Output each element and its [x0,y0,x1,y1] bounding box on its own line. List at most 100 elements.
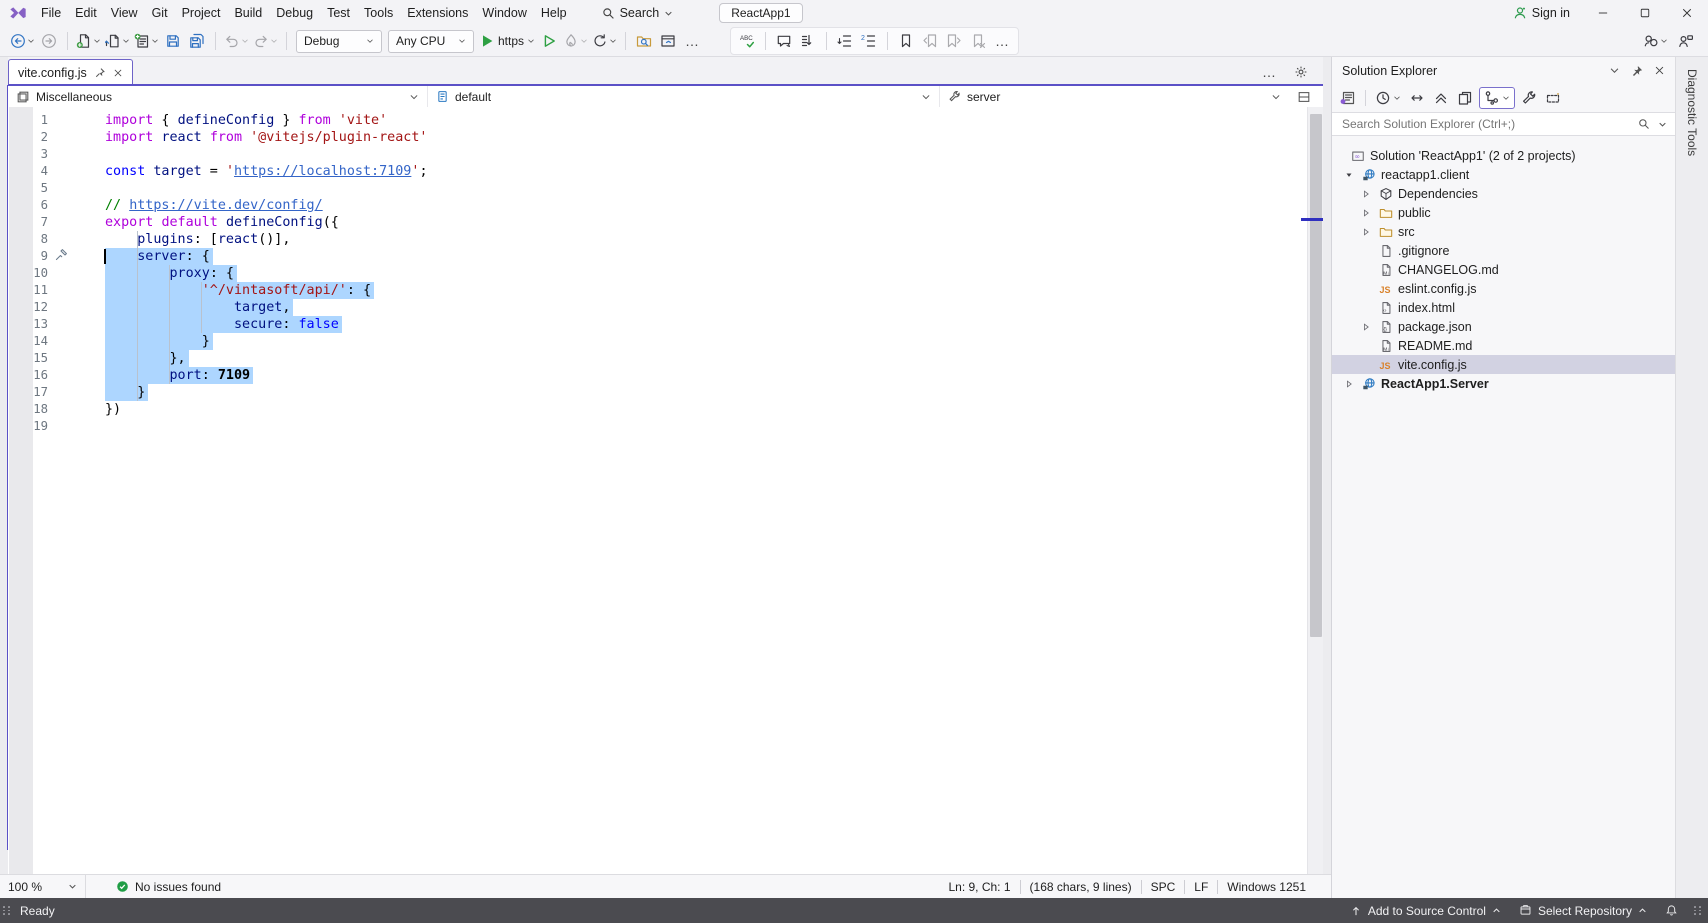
tree-item-public[interactable]: public [1332,203,1675,222]
start-debugging-button[interactable]: https [477,29,537,53]
tree-item-eslint.config.js[interactable]: JSeslint.config.js [1332,279,1675,298]
show-all-files-button[interactable] [1543,87,1563,109]
member-dropdown[interactable]: server [940,86,1323,107]
document-health-indicator[interactable]: No issues found [116,880,221,894]
redo-button[interactable] [251,29,280,53]
scrollbar-thumb[interactable] [1310,114,1322,637]
code-line-8[interactable]: 8 plugins: [react()], [8,231,1307,248]
close-button[interactable] [1666,0,1708,26]
tree-item-vite.config.js[interactable]: JSvite.config.js [1332,355,1675,374]
search-icon[interactable] [1638,118,1650,130]
search-menu[interactable]: Search [596,4,680,22]
menu-window[interactable]: Window [475,0,533,26]
code-line-6[interactable]: 6// https://vite.dev/config/ [8,197,1307,214]
menu-debug[interactable]: Debug [269,0,320,26]
code-line-19[interactable]: 19 [8,418,1307,435]
insert-comment-button[interactable] [772,29,796,53]
menu-git[interactable]: Git [145,0,175,26]
save-all-button[interactable] [185,29,209,53]
zoom-dropdown[interactable]: 100 % [0,875,86,898]
document-list-button[interactable]: … [1257,60,1281,84]
code-line-13[interactable]: 13 secure: false [8,316,1307,333]
collapsed-arrow-icon[interactable] [1359,322,1373,332]
project-dropdown[interactable]: Miscellaneous [8,86,428,107]
pending-changes-filter-button[interactable] [1373,87,1403,109]
tree-item-package.json[interactable]: {}package.json [1332,317,1675,336]
diagnostic-tools-tab[interactable]: Diagnostic Tools [1683,63,1701,162]
configure-button[interactable] [1519,87,1539,109]
toggle-bookmark-button[interactable] [894,29,918,53]
open-file-button[interactable] [103,29,132,53]
split-editor-button[interactable] [1297,90,1311,104]
code-editor[interactable]: 1import { defineConfig } from 'vite'2imp… [8,107,1307,874]
code-line-2[interactable]: 2import react from '@vitejs/plugin-react… [8,129,1307,146]
code-line-4[interactable]: 4const target = 'https://localhost:7109'… [8,163,1307,180]
menu-tools[interactable]: Tools [357,0,400,26]
collapse-all-button[interactable] [1431,87,1451,109]
menu-file[interactable]: File [34,0,68,26]
tree-item-reactapp1.server[interactable]: ReactApp1.Server [1332,374,1675,393]
sign-in-button[interactable]: Sign in [1501,0,1582,26]
code-line-12[interactable]: 12 target, [8,299,1307,316]
vertical-scrollbar[interactable] [1307,107,1323,874]
chevron-down-icon[interactable] [1609,65,1620,76]
active-project-badge[interactable]: ReactApp1 [719,3,802,23]
tree-item-.gitignore[interactable]: .gitignore [1332,241,1675,260]
menu-build[interactable]: Build [227,0,269,26]
save-button[interactable] [161,29,185,53]
code-line-17[interactable]: 17 } [8,384,1307,401]
prev-bookmark-button[interactable] [918,29,942,53]
set-indentation-button[interactable]: 2 [857,29,881,53]
line-endings[interactable]: LF [1185,880,1217,894]
menu-help[interactable]: Help [534,0,574,26]
menu-extensions[interactable]: Extensions [400,0,475,26]
browser-link-button[interactable] [656,29,680,53]
debug-target-dropdown[interactable]: Debug [296,30,382,53]
maximize-button[interactable] [1624,0,1666,26]
sync-with-active-document-button[interactable] [1407,87,1427,109]
tree-item-dependencies[interactable]: Dependencies [1332,184,1675,203]
code-line-15[interactable]: 15 }, [8,350,1307,367]
live-share-button[interactable] [1641,29,1670,53]
code-line-14[interactable]: 14 } [8,333,1307,350]
menu-edit[interactable]: Edit [68,0,104,26]
solution-search-input[interactable] [1340,116,1638,132]
document-stats[interactable]: (168 chars, 9 lines) [1021,880,1141,894]
code-line-5[interactable]: 5 [8,180,1307,197]
menu-view[interactable]: View [104,0,145,26]
clear-bookmarks-button[interactable] [966,29,990,53]
start-without-debugging-button[interactable] [537,29,561,53]
quick-actions-screwdriver-icon[interactable] [54,248,68,262]
code-area[interactable]: 1import { defineConfig } from 'vite'2imp… [8,107,1307,435]
collapsed-arrow-icon[interactable] [1359,189,1373,199]
indent-guides-button[interactable] [833,29,857,53]
collapsed-arrow-icon[interactable] [1359,227,1373,237]
code-line-11[interactable]: 11 '^/vintasoft/api/': { [8,282,1307,299]
preview-selected-items-button[interactable] [1455,87,1475,109]
send-feedback-button[interactable] [1674,29,1698,53]
code-line-1[interactable]: 1import { defineConfig } from 'vite' [8,112,1307,129]
collapsed-arrow-icon[interactable] [1342,379,1356,389]
forward-button[interactable] [37,29,61,53]
menu-project[interactable]: Project [175,0,228,26]
code-line-10[interactable]: 10 proxy: { [8,265,1307,282]
menu-test[interactable]: Test [320,0,357,26]
hot-reload-button[interactable] [561,29,590,53]
tab-vite-config-js[interactable]: vite.config.js [8,59,133,85]
tree-item-changelog.md[interactable]: M↓CHANGELOG.md [1332,260,1675,279]
solution-search-box[interactable] [1332,112,1675,136]
code-line-18[interactable]: 18}) [8,401,1307,418]
spell-check-button[interactable]: ABC [735,29,759,53]
back-button[interactable] [8,29,37,53]
indent-mode[interactable]: SPC [1142,880,1185,894]
code-line-3[interactable]: 3 [8,146,1307,163]
scope-dropdown[interactable]: default [428,86,940,107]
code-line-16[interactable]: 16 port: 7109 [8,367,1307,384]
close-panel-icon[interactable] [1654,65,1665,76]
platform-dropdown[interactable]: Any CPU [388,30,474,53]
undo-button[interactable] [222,29,251,53]
pin-icon[interactable] [94,67,106,79]
panel-splitter[interactable] [1323,57,1331,898]
settings-gear-button[interactable] [1289,60,1313,84]
select-repository-button[interactable]: Select Repository [1513,898,1653,923]
